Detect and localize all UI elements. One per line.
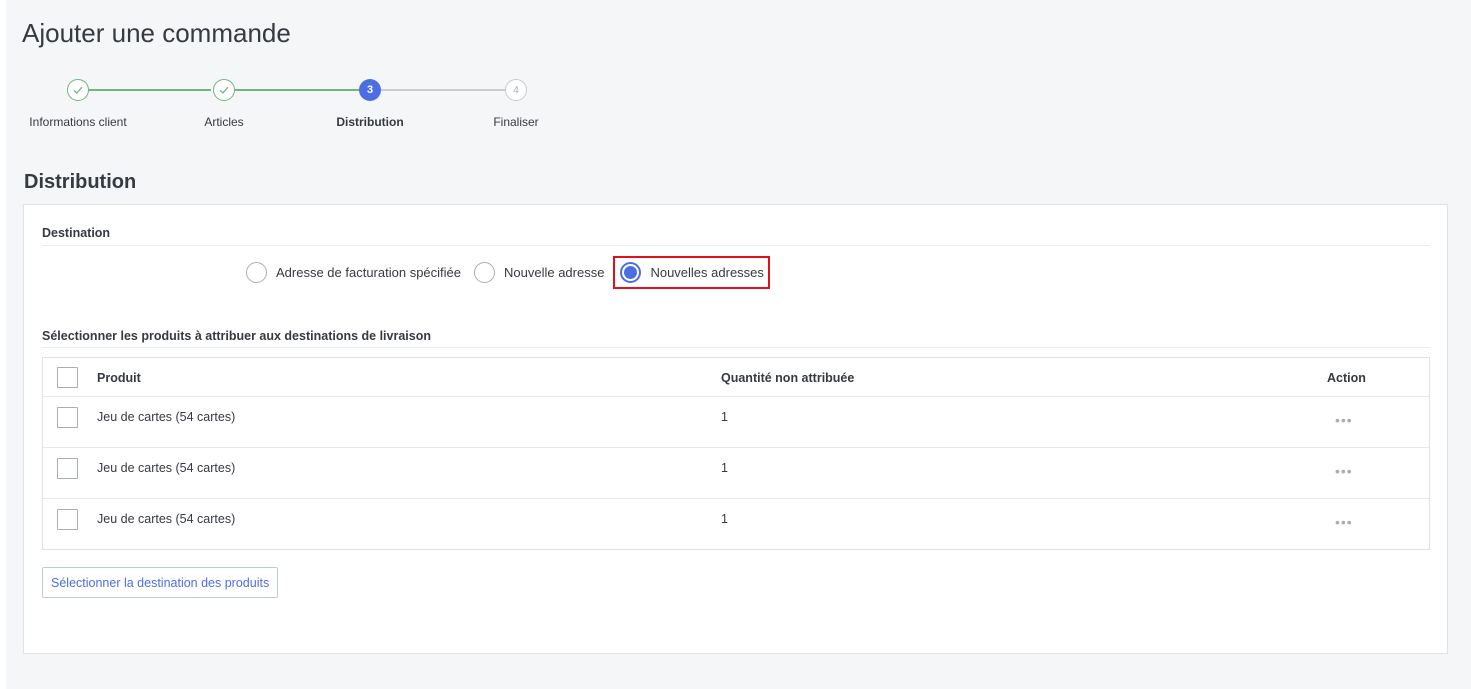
distribution-card: Destination Adresse de facturation spéci…	[23, 204, 1448, 654]
divider	[42, 347, 1430, 348]
select-destination-button[interactable]: Sélectionner la destination des produits	[42, 567, 279, 598]
product-name: Jeu de cartes (54 cartes)	[97, 461, 236, 475]
step-1-check-icon	[67, 79, 89, 101]
step-label-articles[interactable]: Articles	[204, 115, 243, 129]
step-label-finaliser: Finaliser	[493, 115, 539, 129]
step-3-number: 3	[359, 79, 381, 101]
destination-label: Destination	[42, 226, 111, 240]
radio-new-address[interactable]: Nouvelle adresse	[474, 262, 604, 283]
destination-radio-group: Adresse de facturation spécifiée Nouvell…	[246, 256, 781, 289]
product-name: Jeu de cartes (54 cartes)	[97, 410, 236, 424]
products-label: Sélectionner les produits à attribuer au…	[42, 329, 431, 343]
step-2-check-icon	[213, 79, 235, 101]
radio-billing-address-label[interactable]: Adresse de facturation spécifiée	[276, 265, 461, 280]
products-table: Produit Quantité non attribuée Action Je…	[42, 357, 1430, 550]
divider	[42, 245, 1430, 246]
table-header-row: Produit Quantité non attribuée Action	[43, 358, 1429, 397]
radio-billing-address[interactable]: Adresse de facturation spécifiée	[246, 262, 461, 283]
column-header-product: Produit	[97, 371, 141, 385]
step-label-distribution: Distribution	[336, 115, 404, 129]
step-connector	[381, 89, 506, 91]
step-connector	[233, 89, 359, 91]
table-row: Jeu de cartes (54 cartes) 1 •••	[43, 397, 1429, 448]
radio-new-addresses[interactable]: Nouvelles adresses	[613, 256, 770, 289]
radio-new-address-label[interactable]: Nouvelle adresse	[504, 265, 604, 280]
row-checkbox[interactable]	[57, 458, 78, 479]
step-connector	[89, 89, 211, 91]
table-row: Jeu de cartes (54 cartes) 1 •••	[43, 499, 1429, 549]
order-stepper: 3 4 Informations client Articles Distrib…	[0, 75, 600, 135]
section-title: Distribution	[24, 171, 137, 193]
ellipsis-icon[interactable]: •••	[1335, 413, 1353, 427]
row-checkbox[interactable]	[57, 509, 78, 530]
step-4-number: 4	[505, 79, 527, 101]
unassigned-quantity: 1	[721, 410, 728, 424]
unassigned-quantity: 1	[721, 461, 728, 475]
product-name: Jeu de cartes (54 cartes)	[97, 512, 236, 526]
radio-new-addresses-label[interactable]: Nouvelles adresses	[650, 265, 763, 280]
radio-new-addresses-circle[interactable]	[620, 262, 642, 283]
column-header-quantity: Quantité non attribuée	[721, 371, 855, 385]
table-row: Jeu de cartes (54 cartes) 1 •••	[43, 448, 1429, 499]
step-label-informations-client[interactable]: Informations client	[29, 115, 126, 129]
ellipsis-icon[interactable]: •••	[1335, 515, 1353, 529]
select-all-checkbox[interactable]	[57, 367, 78, 388]
column-header-action: Action	[1327, 371, 1366, 385]
radio-billing-address-circle[interactable]	[246, 262, 267, 283]
unassigned-quantity: 1	[721, 512, 728, 526]
ellipsis-icon[interactable]: •••	[1335, 464, 1353, 478]
row-checkbox[interactable]	[57, 407, 78, 428]
radio-new-address-circle[interactable]	[474, 262, 495, 283]
page-title: Ajouter une commande	[22, 18, 291, 48]
